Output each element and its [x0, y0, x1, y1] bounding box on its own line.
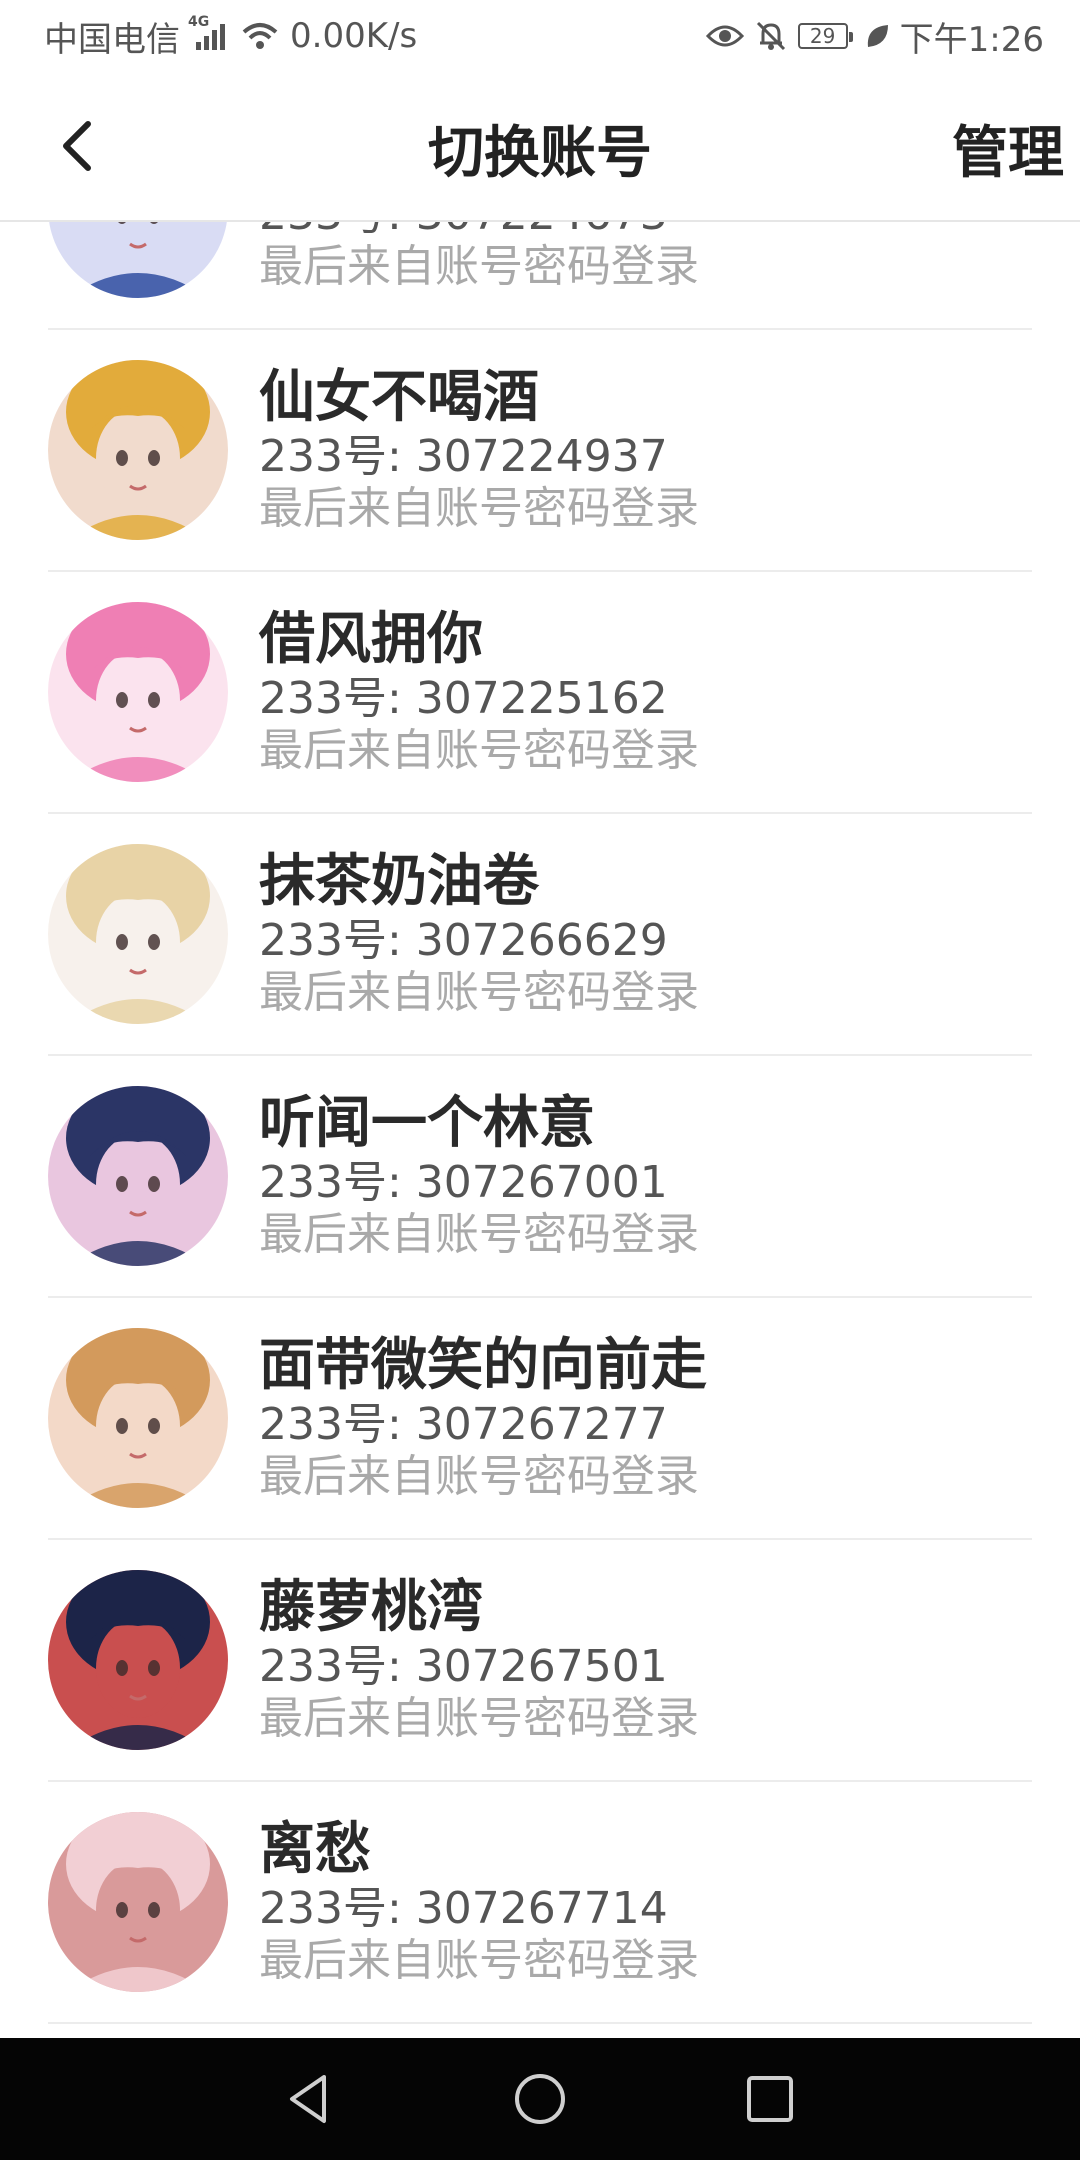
account-name: 藤萝桃湾: [259, 1575, 483, 1640]
account-avatar: [48, 844, 228, 1024]
account-login-method: 最后来自账号密码登录: [259, 725, 699, 776]
account-uid: 233号: 307267277: [259, 1399, 668, 1450]
divider: [48, 2022, 1032, 2024]
account-avatar: [48, 1086, 228, 1266]
nav-home-button[interactable]: [510, 2069, 570, 2129]
account-item[interactable]: 藤萝桃湾 233号: 307267501 最后来自账号密码登录: [0, 1540, 1080, 1782]
account-login-method: 最后来自账号密码登录: [259, 1209, 699, 1260]
account-login-method: 最后来自账号密码登录: [259, 241, 699, 292]
network-badge: 4G: [188, 14, 210, 30]
avatar-illustration: [48, 360, 228, 540]
account-avatar: [48, 1570, 228, 1750]
account-uid: 233号: 307267001: [259, 1157, 668, 1208]
account-item[interactable]: 面带微笑的向前走 233号: 307267277 最后来自账号密码登录: [0, 1298, 1080, 1540]
account-list[interactable]: 233号: 307224673 最后来自账号密码登录 仙女不喝酒 233号: 3…: [0, 88, 1080, 2024]
nav-recents-button[interactable]: [740, 2069, 800, 2129]
account-item[interactable]: 仙女不喝酒 233号: 307224937 最后来自账号密码登录: [0, 330, 1080, 572]
account-avatar: [48, 602, 228, 782]
system-nav-bar: [0, 2038, 1080, 2160]
avatar-illustration: [48, 602, 228, 782]
account-name: 抹茶奶油卷: [259, 849, 539, 914]
account-avatar: [48, 1812, 228, 1992]
signal-icon: 4G: [188, 14, 230, 52]
account-name: 离愁: [259, 1817, 371, 1882]
account-item[interactable]: 抹茶奶油卷 233号: 307266629 最后来自账号密码登录: [0, 814, 1080, 1056]
account-login-method: 最后来自账号密码登录: [259, 967, 699, 1018]
account-uid: 233号: 307266629: [259, 915, 668, 966]
clock: 下午1:26: [899, 19, 1044, 60]
account-item[interactable]: 借风拥你 233号: 307225162 最后来自账号密码登录: [0, 572, 1080, 814]
back-triangle-icon: [290, 2075, 326, 2123]
avatar-illustration: [48, 1328, 228, 1508]
account-login-method: 最后来自账号密码登录: [259, 1451, 699, 1502]
account-name: 仙女不喝酒: [259, 365, 539, 430]
bell-off-icon: [756, 21, 785, 51]
status-bar: 中国电信 4G 0.00K/s 29 下午1:26: [0, 0, 1080, 72]
account-avatar: [48, 1328, 228, 1508]
manage-button[interactable]: 管理: [952, 108, 1064, 189]
wifi-icon: [242, 23, 278, 49]
home-circle-icon: [515, 2074, 565, 2124]
account-uid: 233号: 307267714: [259, 1883, 668, 1934]
nav-back-button[interactable]: [280, 2069, 340, 2129]
avatar-illustration: [48, 844, 228, 1024]
avatar-illustration: [48, 1086, 228, 1266]
account-name: 借风拥你: [259, 607, 483, 672]
account-name: 听闻一个林意: [259, 1091, 595, 1156]
account-avatar: [48, 360, 228, 540]
battery-level: 29: [809, 24, 836, 48]
recents-square-icon: [747, 2076, 793, 2122]
account-switch-screen: 233号: 307224673 最后来自账号密码登录 仙女不喝酒 233号: 3…: [0, 0, 1080, 2160]
eye-icon: [705, 25, 744, 47]
avatar-illustration: [48, 1570, 228, 1750]
account-item[interactable]: 听闻一个林意 233号: 307267001 最后来自账号密码登录: [0, 1056, 1080, 1298]
account-uid: 233号: 307224937: [259, 431, 668, 482]
carrier-label: 中国电信: [44, 19, 180, 60]
account-item[interactable]: 离愁 233号: 307267714 最后来自账号密码登录: [0, 1782, 1080, 2024]
account-name: 面带微笑的向前走: [259, 1333, 707, 1398]
account-login-method: 最后来自账号密码登录: [259, 1693, 699, 1744]
page-title: 切换账号: [428, 121, 652, 186]
top-app-bar: 切换账号 管理: [0, 72, 1080, 222]
network-speed: 0.00K/s: [290, 16, 418, 56]
account-login-method: 最后来自账号密码登录: [259, 1935, 699, 1986]
account-uid: 233号: 307225162: [259, 673, 668, 724]
avatar-illustration: [48, 1812, 228, 1992]
account-uid: 233号: 307267501: [259, 1641, 668, 1692]
account-login-method: 最后来自账号密码登录: [259, 483, 699, 534]
leaf-icon: [867, 25, 888, 47]
battery-icon: 29: [797, 23, 853, 49]
